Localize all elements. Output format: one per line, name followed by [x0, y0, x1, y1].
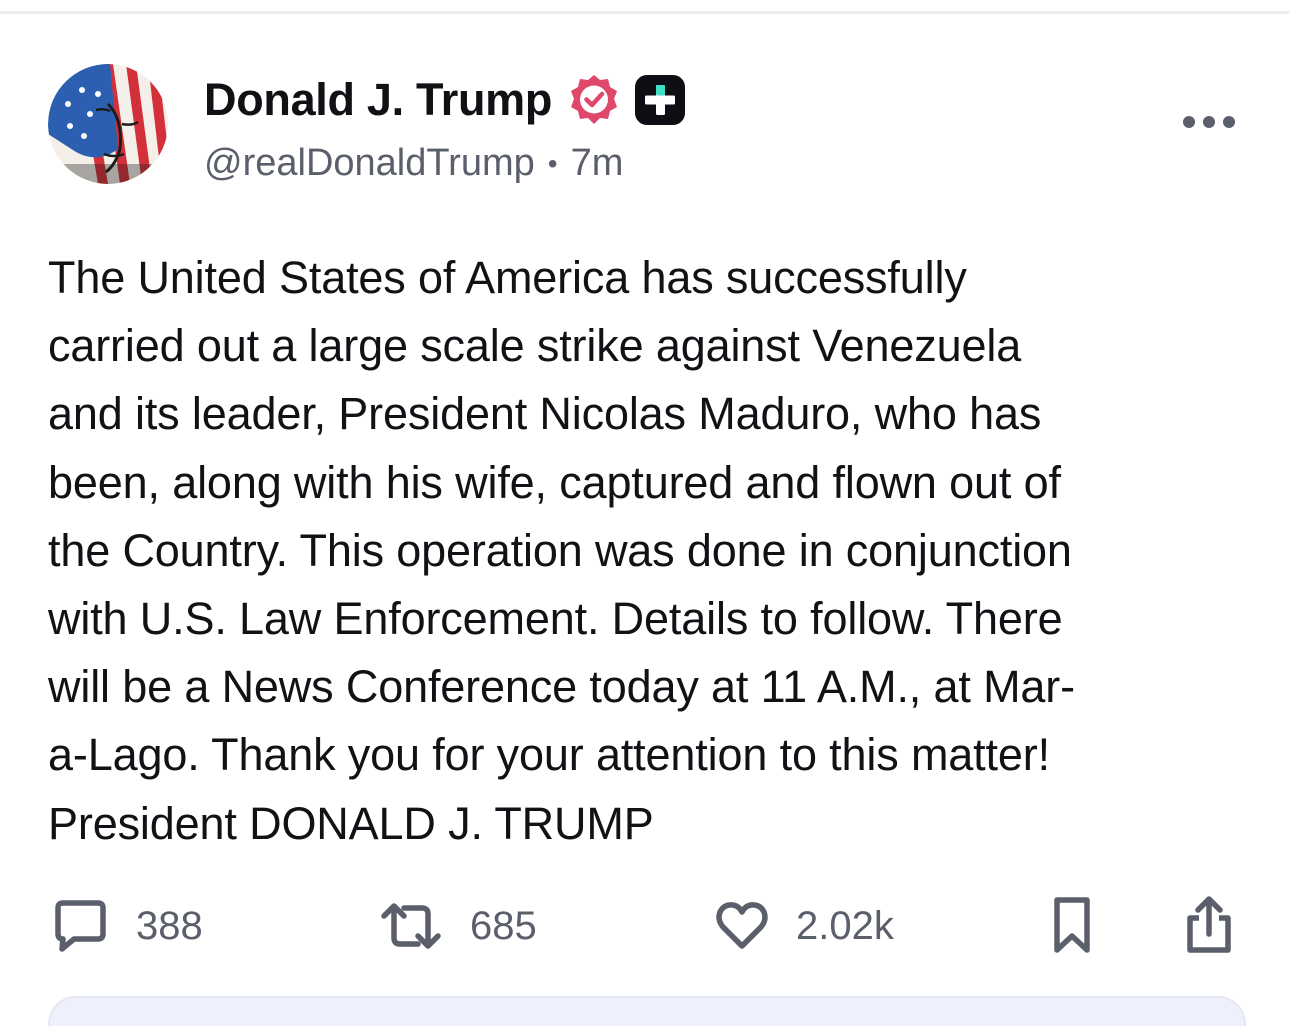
post-text-line: been, along with his wife, captured and …	[48, 456, 1061, 508]
reply-count: 388	[136, 903, 203, 948]
retruth-count: 685	[470, 903, 537, 948]
post-text-line: President DONALD J. TRUMP	[48, 797, 654, 849]
post-text-line: a-Lago. Thank you for your attention to …	[48, 729, 1050, 781]
retruth-arrows-icon	[381, 903, 441, 949]
post-meta: @realDonaldTrump • 7m	[204, 142, 1104, 185]
post-text-line: and its leader, President Nicolas Maduro…	[48, 388, 1042, 440]
share-icon	[1187, 896, 1231, 953]
share-button[interactable]	[1182, 894, 1236, 958]
post-actions-bar: 388 685 2.02k	[0, 894, 1290, 964]
post-text-line: the Country. This operation was done in …	[48, 524, 1072, 576]
post-text-line: carried out a large scale strike against…	[48, 320, 1022, 372]
bookmark-button[interactable]	[1050, 894, 1094, 958]
author-handle[interactable]: @realDonaldTrump	[204, 142, 535, 185]
next-post-card[interactable]	[48, 996, 1246, 1026]
avatar-image	[48, 64, 168, 184]
post-text-line: will be a News Conference today at 11 A.…	[48, 661, 1075, 713]
more-horizontal-icon	[1183, 116, 1235, 128]
reply-button[interactable]: 388	[50, 894, 203, 958]
author-avatar[interactable]	[48, 64, 168, 184]
post-text-line: with U.S. Law Enforcement. Details to fo…	[48, 593, 1063, 645]
retruth-button[interactable]: 685	[378, 894, 537, 958]
post-text-line: The United States of America has success…	[48, 252, 967, 303]
more-options-button[interactable]	[1180, 102, 1238, 142]
verified-check-icon	[567, 73, 621, 127]
post-timestamp[interactable]: 7m	[571, 142, 624, 185]
author-name-row: Donald J. Trump	[204, 72, 1104, 128]
author-display-name[interactable]: Donald J. Trump	[204, 74, 552, 126]
truth-post: Donald J. Trump @realDonaldTrump • 7m Th…	[0, 14, 1290, 1026]
meta-separator: •	[547, 147, 558, 179]
post-body: The United States of America has success…	[48, 244, 1248, 858]
like-count: 2.02k	[796, 903, 894, 948]
truth-plus-icon	[634, 74, 686, 126]
like-button[interactable]: 2.02k	[714, 894, 894, 958]
post-header: Donald J. Trump @realDonaldTrump • 7m	[204, 72, 1104, 192]
bookmark-icon	[1054, 897, 1090, 953]
reply-bubble-icon	[55, 900, 106, 952]
heart-icon	[716, 902, 768, 949]
